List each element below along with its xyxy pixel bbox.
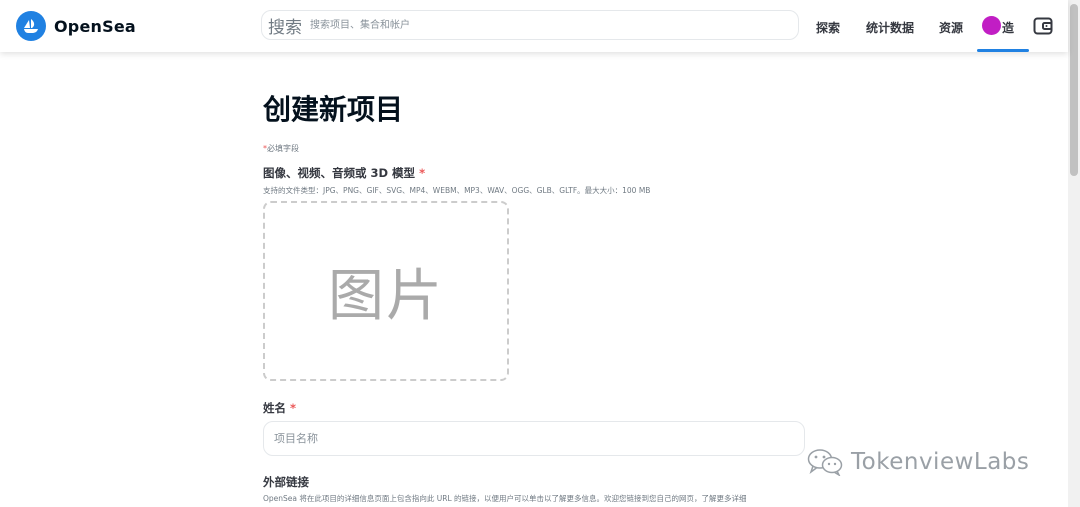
- external-link-help: OpenSea 将在此项目的详细信息页面上包含指向此 URL 的链接，以便用户可…: [263, 494, 747, 503]
- search-icon: 搜索: [268, 17, 302, 38]
- wechat-icon: [807, 449, 843, 476]
- nav-stats[interactable]: 统计数据: [866, 19, 914, 36]
- media-label-text: 图像、视频、音频或 3D 模型: [263, 166, 416, 180]
- name-input[interactable]: [263, 421, 805, 456]
- scrollbar-thumb[interactable]: [1070, 4, 1078, 176]
- top-navbar: OpenSea 搜索 探索 统计数据 资源 造: [0, 0, 1068, 52]
- brand-logo[interactable]: OpenSea: [16, 11, 136, 41]
- name-field-label: 姓名 *: [263, 400, 296, 416]
- brand-name: OpenSea: [54, 16, 136, 36]
- image-placeholder: 图片: [328, 263, 444, 329]
- required-marker: *: [290, 401, 297, 415]
- avatar: [982, 16, 1001, 35]
- required-note-text: 必填字段: [267, 144, 299, 153]
- required-marker: *: [419, 166, 426, 180]
- watermark-text: TokenviewLabs: [851, 449, 1030, 475]
- active-tab-indicator: [977, 49, 1029, 52]
- search-bar[interactable]: 搜索: [261, 10, 799, 40]
- nav-resources[interactable]: 资源: [939, 19, 963, 36]
- page-title: 创建新项目: [263, 93, 404, 126]
- media-supported-types: 支持的文件类型：JPG、PNG、GIF、SVG、MP4、WEBM、MP3、WAV…: [263, 186, 651, 195]
- media-field-label: 图像、视频、音频或 3D 模型 *: [263, 165, 425, 181]
- opensea-logo-icon: [16, 11, 46, 41]
- required-note: *必填字段: [263, 143, 299, 154]
- nav-create[interactable]: 造: [977, 0, 1029, 52]
- wallet-icon[interactable]: [1033, 17, 1053, 39]
- external-link-label: 外部链接: [263, 475, 309, 489]
- name-label-text: 姓名: [263, 401, 286, 415]
- nav-explore[interactable]: 探索: [816, 19, 840, 36]
- nav-create-label: 造: [1002, 21, 1015, 35]
- page-scrollbar[interactable]: [1068, 0, 1080, 507]
- watermark: TokenviewLabs: [807, 448, 1029, 476]
- media-upload-dropzone[interactable]: 图片: [263, 201, 509, 381]
- search-input[interactable]: [308, 18, 798, 32]
